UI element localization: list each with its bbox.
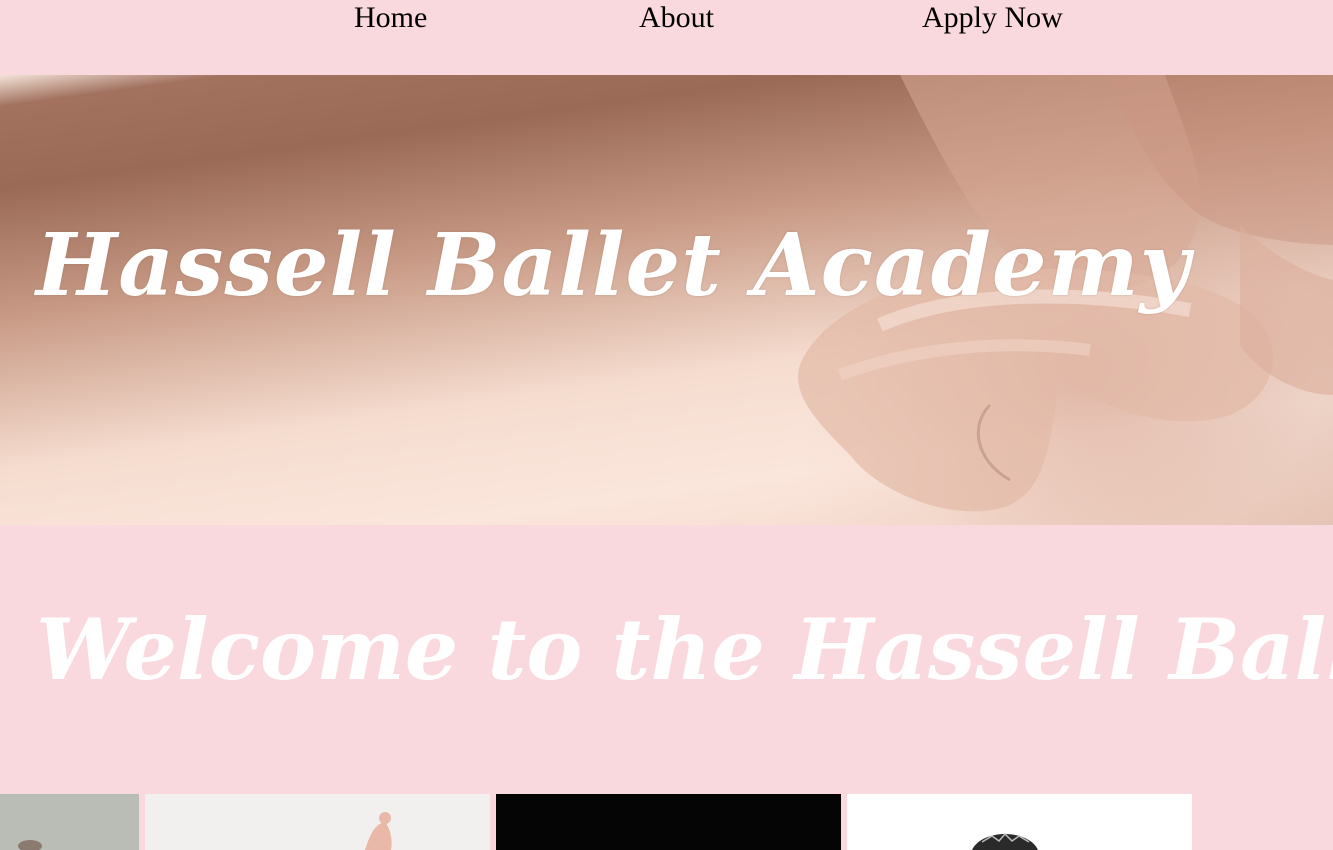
nav-link-home[interactable]: Home (354, 0, 427, 36)
hero-banner: Hassell Ballet Academy (0, 75, 1333, 525)
gallery-photo-4[interactable] (847, 794, 1192, 850)
photo-gallery (0, 794, 1333, 850)
nav-link-about[interactable]: About (639, 0, 714, 36)
nav-link-apply-now[interactable]: Apply Now (922, 0, 1063, 36)
gallery-photo-1[interactable] (0, 794, 139, 850)
gallery-photo-2[interactable] (145, 794, 490, 850)
gallery-photo-3[interactable] (496, 794, 841, 850)
hero-title: Hassell Ballet Academy (36, 215, 1191, 316)
top-navigation: Home About Apply Now (0, 0, 1333, 75)
welcome-heading: Welcome to the Hassell Ballet academy (36, 600, 1333, 699)
